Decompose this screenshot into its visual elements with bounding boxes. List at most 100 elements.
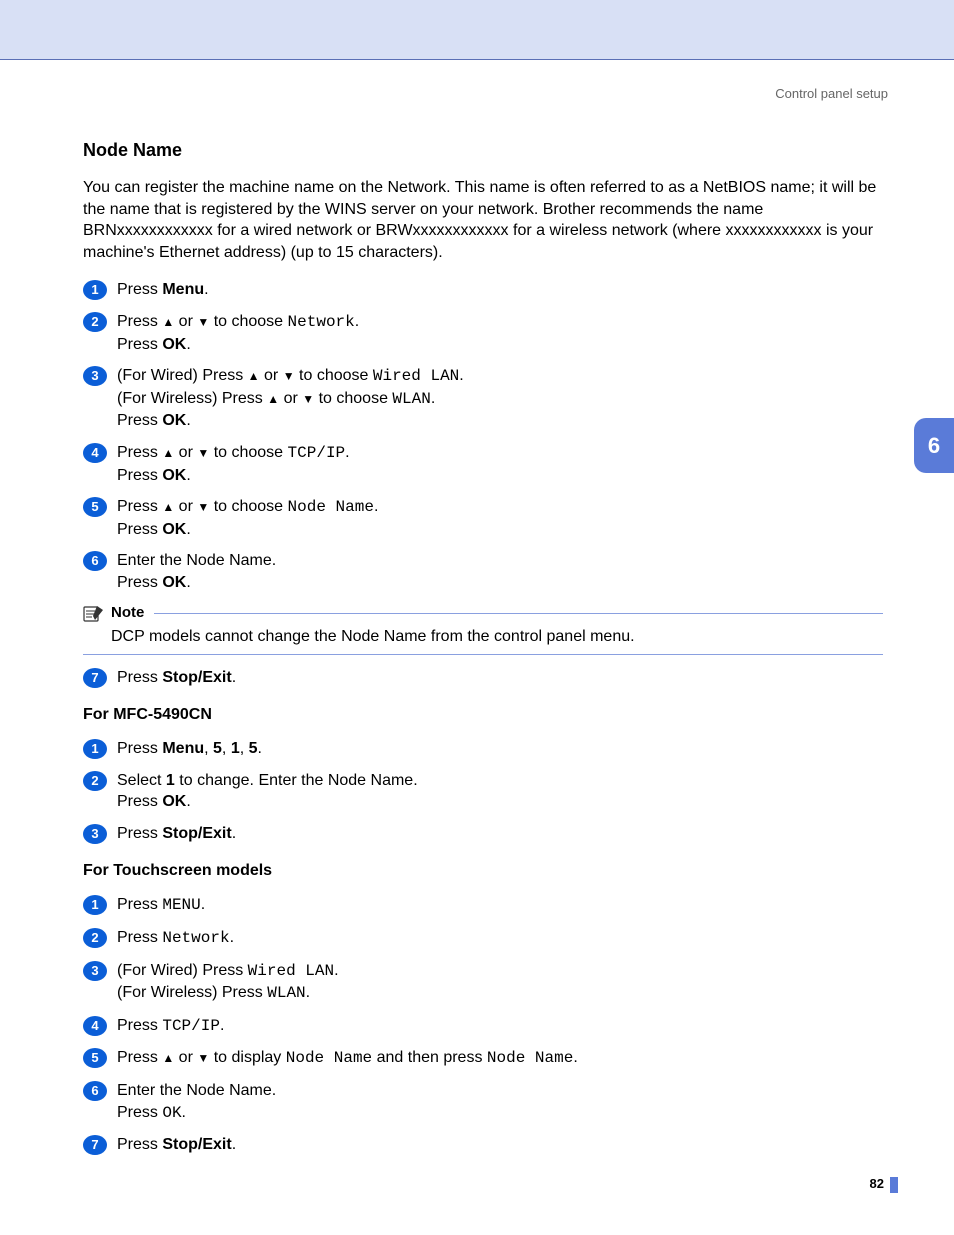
menu-option: WLAN — [267, 984, 305, 1002]
step-number-icon: 4 — [83, 443, 107, 463]
mfc-heading: For MFC-5490CN — [83, 706, 883, 724]
ok-label: OK — [162, 574, 186, 591]
note-rule — [83, 654, 883, 655]
text: . — [204, 281, 208, 298]
touchscreen-heading: For Touchscreen models — [83, 862, 883, 880]
text: Select — [117, 772, 166, 789]
text: or — [174, 444, 197, 461]
text: . — [230, 929, 234, 946]
step-number-icon: 1 — [83, 280, 107, 300]
text: or — [260, 367, 283, 384]
text: . — [182, 1104, 186, 1121]
text: . — [186, 336, 190, 353]
key-label: 5 — [213, 740, 222, 757]
chapter-tab: 6 — [914, 418, 954, 473]
key-label: 1 — [231, 740, 240, 757]
text: . — [258, 740, 262, 757]
text: . — [201, 896, 205, 913]
text: and then press — [372, 1049, 487, 1066]
step-2: 2 Press ▲ or ▼ to choose Network. Press … — [83, 311, 883, 355]
step-number-icon: 1 — [83, 739, 107, 759]
step-body: Press Menu, 5, 1, 5. — [117, 738, 883, 760]
mfc-step-3: 3 Press Stop/Exit. — [83, 823, 883, 845]
step-body: Press Stop/Exit. — [117, 1134, 883, 1156]
ok-label: OK — [162, 412, 186, 429]
step-number-icon: 5 — [83, 1048, 107, 1068]
mfc-step-2: 2 Select 1 to change. Enter the Node Nam… — [83, 770, 883, 813]
text: Press — [117, 1049, 162, 1066]
text: to choose — [209, 313, 287, 330]
text: Press — [117, 574, 162, 591]
text: or — [174, 313, 197, 330]
step-body: Press ▲ or ▼ to choose TCP/IP. Press OK. — [117, 442, 883, 486]
text: (For Wireless) Press — [117, 984, 267, 1001]
text: . — [459, 367, 463, 384]
text: . — [186, 521, 190, 538]
step-number-icon: 4 — [83, 1016, 107, 1036]
text: . — [186, 467, 190, 484]
step-body: Press ▲ or ▼ to choose Network. Press OK… — [117, 311, 883, 355]
text: or — [279, 390, 302, 407]
note-rule — [154, 613, 883, 614]
step-body: (For Wired) Press ▲ or ▼ to choose Wired… — [117, 365, 883, 432]
top-band — [0, 0, 954, 60]
text: (For Wireless) Press — [117, 390, 267, 407]
text: Press — [117, 498, 162, 515]
text: (For Wired) Press — [117, 962, 248, 979]
text: Press — [117, 669, 162, 686]
text: Press — [117, 1136, 162, 1153]
main-content: Node Name You can register the machine n… — [83, 140, 883, 1166]
ts-step-3: 3 (For Wired) Press Wired LAN. (For Wire… — [83, 960, 883, 1005]
text: to choose — [314, 390, 392, 407]
down-arrow-icon: ▼ — [197, 446, 209, 460]
step-body: Press MENU. — [117, 894, 883, 917]
text: . — [431, 390, 435, 407]
text: or — [174, 1049, 197, 1066]
key-label: 1 — [166, 772, 175, 789]
ts-step-7: 7 Press Stop/Exit. — [83, 1134, 883, 1156]
menu-option: TCP/IP — [288, 444, 346, 462]
step-body: Press TCP/IP. — [117, 1015, 883, 1038]
step-4: 4 Press ▲ or ▼ to choose TCP/IP. Press O… — [83, 442, 883, 486]
text: . — [186, 412, 190, 429]
section-title: Node Name — [83, 140, 883, 161]
up-arrow-icon: ▲ — [162, 446, 174, 460]
step-1: 1 Press Menu. — [83, 279, 883, 301]
text: to change. Enter the Node Name. — [175, 772, 418, 789]
page-number: 82 — [870, 1176, 884, 1191]
menu-option: Network — [288, 313, 355, 331]
step-number-icon: 2 — [83, 771, 107, 791]
step-number-icon: 5 — [83, 497, 107, 517]
up-arrow-icon: ▲ — [267, 392, 279, 406]
text: Press — [117, 444, 162, 461]
step-body: Enter the Node Name. Press OK. — [117, 1080, 883, 1124]
step-body: Enter the Node Name. Press OK. — [117, 550, 883, 593]
menu-option: TCP/IP — [162, 1017, 220, 1035]
text: or — [174, 498, 197, 515]
step-number-icon: 7 — [83, 668, 107, 688]
text: , — [222, 740, 231, 757]
text: Press — [117, 929, 162, 946]
running-header: Control panel setup — [775, 86, 888, 101]
down-arrow-icon: ▼ — [197, 315, 209, 329]
text: . — [220, 1017, 224, 1034]
text: . — [374, 498, 378, 515]
menu-label: Menu — [162, 281, 204, 298]
text: Press — [117, 281, 162, 298]
step-3: 3 (For Wired) Press ▲ or ▼ to choose Wir… — [83, 365, 883, 432]
text: to display — [209, 1049, 285, 1066]
text: Press — [117, 1017, 162, 1034]
up-arrow-icon: ▲ — [162, 315, 174, 329]
key-label: 5 — [249, 740, 258, 757]
step-number-icon: 7 — [83, 1135, 107, 1155]
menu-option: Node Name — [487, 1049, 573, 1067]
step-number-icon: 1 — [83, 895, 107, 915]
ts-step-6: 6 Enter the Node Name. Press OK. — [83, 1080, 883, 1124]
ok-label: OK — [162, 521, 186, 538]
step-number-icon: 6 — [83, 551, 107, 571]
menu-option: MENU — [162, 896, 200, 914]
text: to choose — [209, 498, 287, 515]
ts-step-4: 4 Press TCP/IP. — [83, 1015, 883, 1038]
text: Press — [117, 467, 162, 484]
stop-exit-label: Stop/Exit — [162, 825, 231, 842]
